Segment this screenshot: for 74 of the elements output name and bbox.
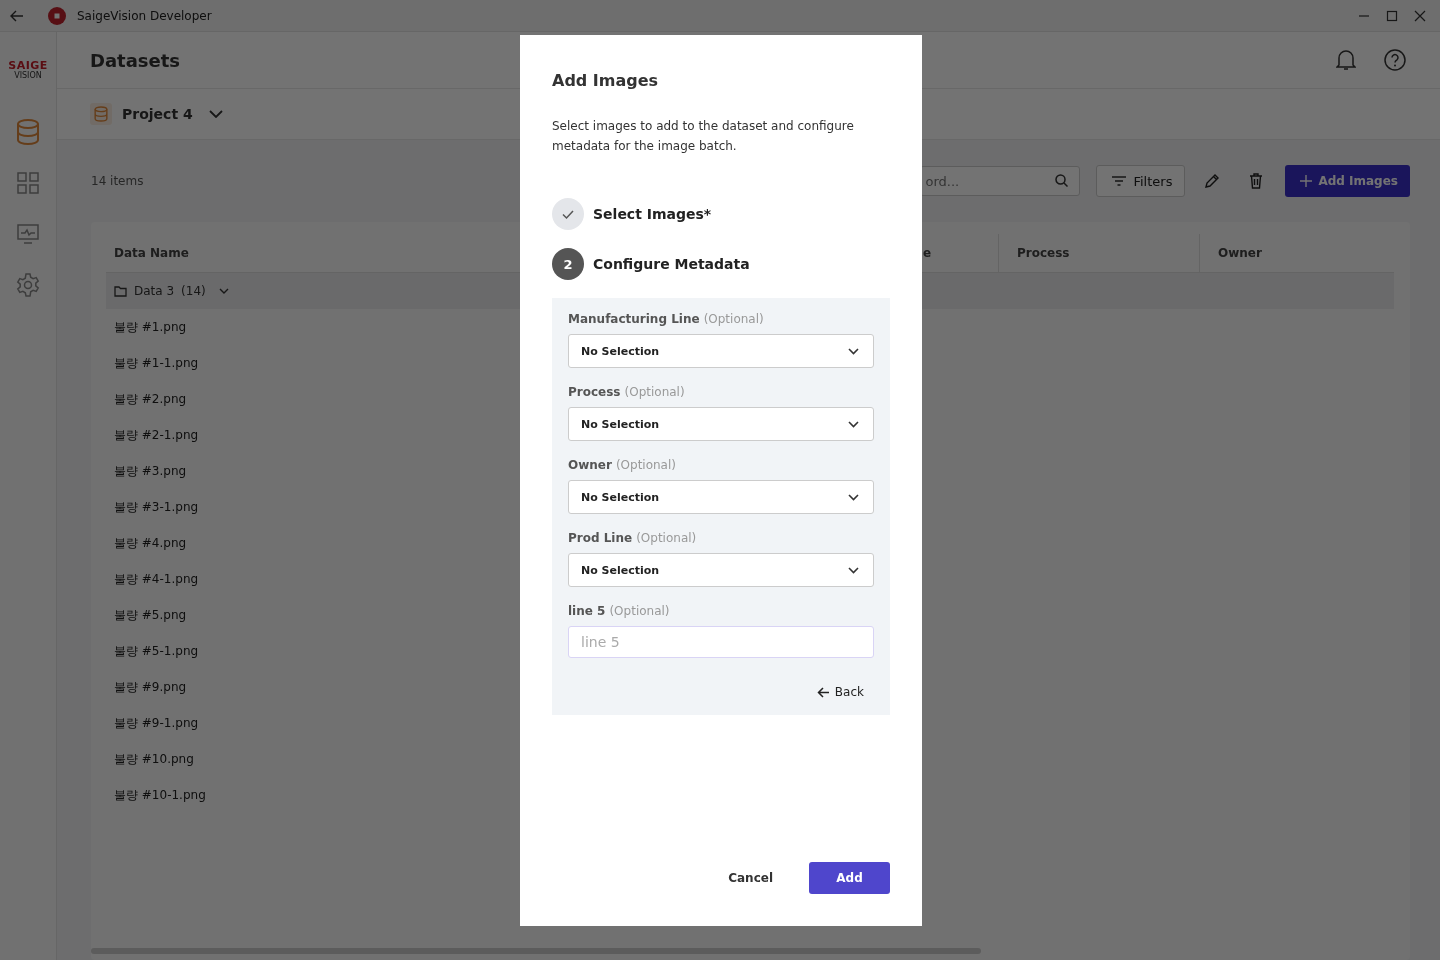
chevron-down-icon <box>848 566 859 574</box>
maximize-icon[interactable] <box>1386 9 1398 22</box>
field-label: Process <box>568 385 621 399</box>
field-label: Prod Line <box>568 531 633 545</box>
add-button[interactable]: Add <box>809 862 890 894</box>
pencil-icon <box>1204 173 1221 189</box>
step-label: Select Images* <box>593 206 712 222</box>
chevron-down-icon <box>848 420 859 428</box>
file-name: 불량 #4-1.png <box>114 570 199 588</box>
back-button[interactable]: Back <box>806 679 874 705</box>
close-icon[interactable] <box>1414 9 1426 22</box>
trash-icon <box>1249 173 1264 189</box>
file-name: 불량 #4.png <box>114 534 187 552</box>
app-icon <box>48 6 66 25</box>
settings-icon[interactable] <box>16 272 40 297</box>
file-name: 불량 #1.png <box>114 318 187 336</box>
dialog-description: Select images to add to the dataset and configure metadata for the image batch. <box>552 118 855 155</box>
logo-subtext: VISION <box>14 71 42 80</box>
dropdown[interactable]: No Selection <box>568 334 874 368</box>
column-header: Process <box>1017 246 1070 260</box>
group-name: Data 3 <box>134 284 175 298</box>
dropdown[interactable]: No Selection <box>568 480 874 514</box>
folder-icon <box>114 285 127 297</box>
item-count: 14 items <box>91 174 144 188</box>
column-header: Data Name <box>114 246 189 260</box>
monitor-icon[interactable] <box>17 223 39 244</box>
dropdown[interactable]: No Selection <box>568 407 874 441</box>
field-hint: (Optional) <box>636 531 697 545</box>
file-name: 불량 #9.png <box>114 678 187 696</box>
chevron-down-icon[interactable] <box>208 110 223 118</box>
project-name[interactable]: Project 4 <box>122 106 193 122</box>
bell-icon[interactable] <box>1336 49 1356 71</box>
grid-icon[interactable] <box>17 171 39 194</box>
file-name: 불량 #10.png <box>114 750 194 768</box>
file-name: 불량 #10-1.png <box>114 786 206 804</box>
cancel-button[interactable]: Cancel <box>712 863 789 893</box>
field-hint: (Optional) <box>703 312 764 326</box>
column-header: Owner <box>1218 246 1262 260</box>
file-name: 불량 #1-1.png <box>114 354 199 372</box>
file-name: 불량 #2.png <box>114 390 187 408</box>
back-arrow-icon[interactable] <box>10 9 24 22</box>
page-title: Datasets <box>90 49 181 71</box>
dialog-title: Add Images <box>552 71 660 90</box>
chevron-down-icon <box>848 347 859 355</box>
window-title: SaigeVision Developer <box>77 8 212 23</box>
file-name: 불량 #5.png <box>114 606 187 624</box>
group-count: (14) <box>181 284 206 298</box>
search-icon[interactable] <box>1055 174 1069 187</box>
dropdown[interactable]: No Selection <box>568 553 874 587</box>
file-name: 불량 #3.png <box>114 462 187 480</box>
field-label: Owner <box>568 458 612 472</box>
filter-icon <box>1112 176 1127 186</box>
database-icon[interactable] <box>16 118 40 145</box>
search-field[interactable]: ord... <box>920 166 1081 196</box>
file-name: 불량 #5-1.png <box>114 642 199 660</box>
file-name: 불량 #2-1.png <box>114 426 199 444</box>
help-icon[interactable] <box>1384 49 1406 71</box>
plus-icon <box>1300 175 1313 187</box>
column-header: e <box>923 246 932 260</box>
step-number: 2 <box>552 248 584 280</box>
chevron-icon[interactable] <box>218 288 229 294</box>
field-hint: (Optional) <box>615 458 676 472</box>
field-label: Manufacturing Line <box>568 312 700 326</box>
left-arrow-icon <box>816 686 829 698</box>
field-label: line 5 <box>568 604 606 618</box>
file-name: 불량 #9-1.png <box>114 714 199 732</box>
field-hint: (Optional) <box>609 604 670 618</box>
field-hint: (Optional) <box>624 385 685 399</box>
chevron-down-icon <box>848 493 859 501</box>
filters-button[interactable]: Filters <box>1096 165 1186 197</box>
file-name: 불량 #3-1.png <box>114 498 199 516</box>
step-label: Configure Metadata <box>593 256 750 272</box>
text-input[interactable]: line 5 <box>568 626 874 658</box>
logo-text: SAIGE <box>8 60 48 71</box>
